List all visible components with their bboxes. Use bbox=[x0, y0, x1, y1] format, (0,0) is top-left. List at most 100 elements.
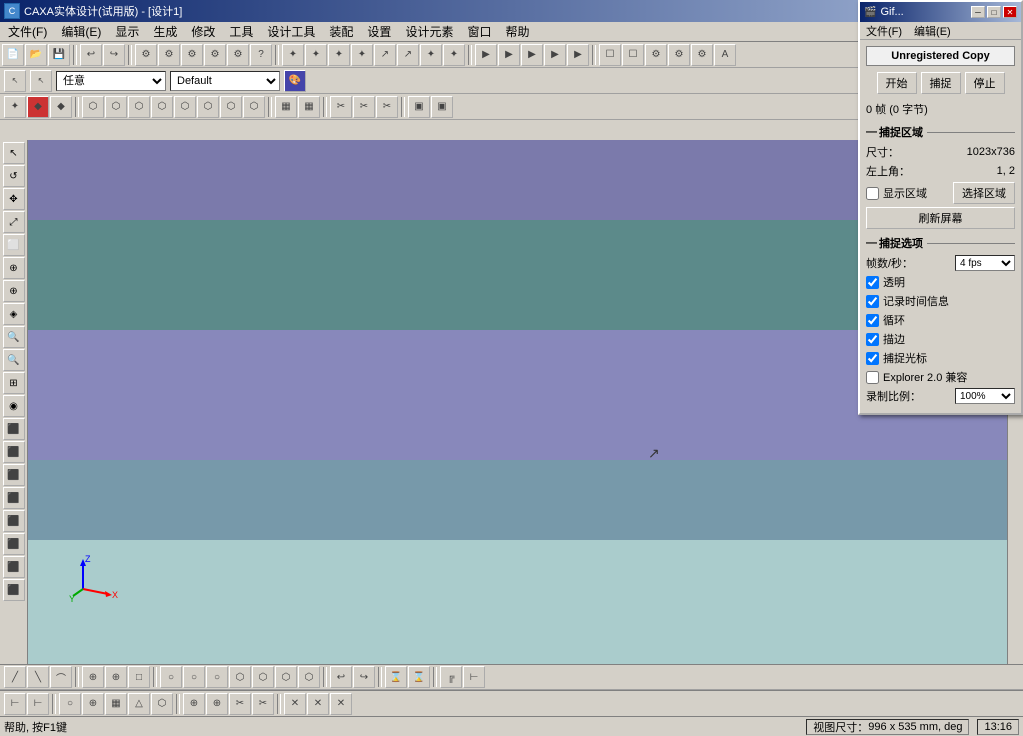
gif-menu-file[interactable]: 文件(F) bbox=[862, 22, 906, 40]
menu-help[interactable]: 帮助 bbox=[499, 21, 535, 42]
gif-recordtime-checkbox[interactable] bbox=[866, 295, 879, 308]
gif-transparent-checkbox[interactable] bbox=[866, 276, 879, 289]
bt2-btn4[interactable]: ⊕ bbox=[82, 693, 104, 715]
t3-btn8[interactable]: ⬡ bbox=[174, 96, 196, 118]
gif-ratio-select[interactable]: 100% bbox=[955, 388, 1015, 404]
menu-design-tools[interactable]: 设计工具 bbox=[261, 21, 321, 42]
bt2-btn3[interactable]: ○ bbox=[59, 693, 81, 715]
menu-assembly[interactable]: 装配 bbox=[323, 21, 359, 42]
bt1-btn1[interactable]: ╱ bbox=[4, 666, 26, 688]
gif-menu-edit[interactable]: 编辑(E) bbox=[910, 22, 955, 40]
left-btn14[interactable]: ⬛ bbox=[3, 441, 25, 463]
toolbar-btn15[interactable]: ✦ bbox=[420, 44, 442, 66]
menu-tools[interactable]: 工具 bbox=[223, 21, 259, 42]
toolbar-btn20[interactable]: ▶ bbox=[544, 44, 566, 66]
toolbar-btn19[interactable]: ▶ bbox=[521, 44, 543, 66]
bt2-btn13[interactable]: ✕ bbox=[307, 693, 329, 715]
bt1-btn8[interactable]: ○ bbox=[183, 666, 205, 688]
left-btn7[interactable]: ⊕ bbox=[3, 280, 25, 302]
menu-generate[interactable]: 生成 bbox=[147, 21, 183, 42]
toolbar-btn22[interactable]: ☐ bbox=[599, 44, 621, 66]
bt1-btn11[interactable]: ⬡ bbox=[252, 666, 274, 688]
color-btn[interactable]: 🎨 bbox=[284, 70, 306, 92]
bt1-btn16[interactable]: ⌛ bbox=[385, 666, 407, 688]
left-btn5[interactable]: ⬜ bbox=[3, 234, 25, 256]
t3-btn7[interactable]: ⬡ bbox=[151, 96, 173, 118]
left-rotate[interactable]: ↺ bbox=[3, 165, 25, 187]
toolbar-btn16[interactable]: ✦ bbox=[443, 44, 465, 66]
bt1-btn6[interactable]: □ bbox=[128, 666, 150, 688]
t3-btn14[interactable]: ✂ bbox=[330, 96, 352, 118]
bt2-btn5[interactable]: ▦ bbox=[105, 693, 127, 715]
toolbar-redo[interactable]: ↪ bbox=[103, 44, 125, 66]
gif-close-btn[interactable]: ✕ bbox=[1003, 6, 1017, 18]
menu-file[interactable]: 文件(F) bbox=[2, 21, 53, 42]
bt2-btn11[interactable]: ✂ bbox=[252, 693, 274, 715]
t3-btn12[interactable]: ▦ bbox=[275, 96, 297, 118]
bt1-btn14[interactable]: ↩ bbox=[330, 666, 352, 688]
bt1-btn3[interactable]: ⌒ bbox=[50, 666, 72, 688]
gif-dither-checkbox[interactable] bbox=[866, 333, 879, 346]
toolbar-btn7[interactable]: ⚙ bbox=[227, 44, 249, 66]
toolbar-btn6[interactable]: ⚙ bbox=[204, 44, 226, 66]
t3-btn1[interactable]: ✦ bbox=[4, 96, 26, 118]
bt1-btn18[interactable]: ╔ bbox=[440, 666, 462, 688]
left-zoom-in[interactable]: 🔍 bbox=[3, 326, 25, 348]
t3-btn6[interactable]: ⬡ bbox=[128, 96, 150, 118]
left-move[interactable]: ✥ bbox=[3, 188, 25, 210]
left-btn8[interactable]: ◈ bbox=[3, 303, 25, 325]
bt2-btn8[interactable]: ⊕ bbox=[183, 693, 205, 715]
toolbar-btn18[interactable]: ▶ bbox=[498, 44, 520, 66]
toolbar-new[interactable]: 📄 bbox=[2, 44, 24, 66]
bt1-btn9[interactable]: ○ bbox=[206, 666, 228, 688]
toolbar-btn26[interactable]: ⚙ bbox=[691, 44, 713, 66]
t3-btn11[interactable]: ⬡ bbox=[243, 96, 265, 118]
left-btn12[interactable]: ◉ bbox=[3, 395, 25, 417]
t3-btn13[interactable]: ▦ bbox=[298, 96, 320, 118]
bt1-btn19[interactable]: ⊢ bbox=[463, 666, 485, 688]
left-btn20[interactable]: ⬛ bbox=[3, 579, 25, 601]
toolbar-btn11[interactable]: ✦ bbox=[328, 44, 350, 66]
toolbar-btn3[interactable]: ⚙ bbox=[135, 44, 157, 66]
bt2-btn12[interactable]: ✕ bbox=[284, 693, 306, 715]
toolbar-btn23[interactable]: ☐ bbox=[622, 44, 644, 66]
gif-explorer-checkbox[interactable] bbox=[866, 371, 879, 384]
t3-btn2[interactable]: ◆ bbox=[27, 96, 49, 118]
toolbar-btn13[interactable]: ↗ bbox=[374, 44, 396, 66]
bt2-btn6[interactable]: △ bbox=[128, 693, 150, 715]
bt2-btn9[interactable]: ⊕ bbox=[206, 693, 228, 715]
menu-modify[interactable]: 修改 bbox=[185, 21, 221, 42]
left-btn6[interactable]: ⊕ bbox=[3, 257, 25, 279]
left-select[interactable]: ↖ bbox=[3, 142, 25, 164]
toolbar-undo[interactable]: ↩ bbox=[80, 44, 102, 66]
toolbar-save[interactable]: 💾 bbox=[48, 44, 70, 66]
menu-settings[interactable]: 设置 bbox=[361, 21, 397, 42]
bt1-btn17[interactable]: ⌛ bbox=[408, 666, 430, 688]
style-dropdown[interactable]: Default bbox=[170, 71, 280, 91]
left-btn11[interactable]: ⊞ bbox=[3, 372, 25, 394]
gif-cursor-checkbox[interactable] bbox=[866, 352, 879, 365]
left-btn13[interactable]: ⬛ bbox=[3, 418, 25, 440]
toolbar-btn5[interactable]: ⚙ bbox=[181, 44, 203, 66]
t3-btn16[interactable]: ✂ bbox=[376, 96, 398, 118]
bt1-btn13[interactable]: ⬡ bbox=[298, 666, 320, 688]
bt2-btn1[interactable]: ⊢ bbox=[4, 693, 26, 715]
gif-loop-checkbox[interactable] bbox=[866, 314, 879, 327]
gif-maximize-btn[interactable]: □ bbox=[987, 6, 1001, 18]
left-zoom-out[interactable]: 🔍 bbox=[3, 349, 25, 371]
toolbar-btn25[interactable]: ⚙ bbox=[668, 44, 690, 66]
toolbar-btn4[interactable]: ⚙ bbox=[158, 44, 180, 66]
t3-btn4[interactable]: ⬡ bbox=[82, 96, 104, 118]
toolbar-btn9[interactable]: ✦ bbox=[282, 44, 304, 66]
gif-minimize-btn[interactable]: ─ bbox=[971, 6, 985, 18]
select-tool2[interactable]: ↖ bbox=[30, 70, 52, 92]
bt2-btn2[interactable]: ⊢ bbox=[27, 693, 49, 715]
gif-selectarea-btn[interactable]: 选择区域 bbox=[953, 182, 1015, 204]
t3-btn18[interactable]: ▣ bbox=[431, 96, 453, 118]
gif-showarea-checkbox[interactable] bbox=[866, 187, 879, 200]
menu-design-elements[interactable]: 设计元素 bbox=[399, 21, 459, 42]
toolbar-open[interactable]: 📂 bbox=[25, 44, 47, 66]
type-dropdown[interactable]: 任意 bbox=[56, 71, 166, 91]
t3-btn15[interactable]: ✂ bbox=[353, 96, 375, 118]
toolbar-btn27[interactable]: A bbox=[714, 44, 736, 66]
